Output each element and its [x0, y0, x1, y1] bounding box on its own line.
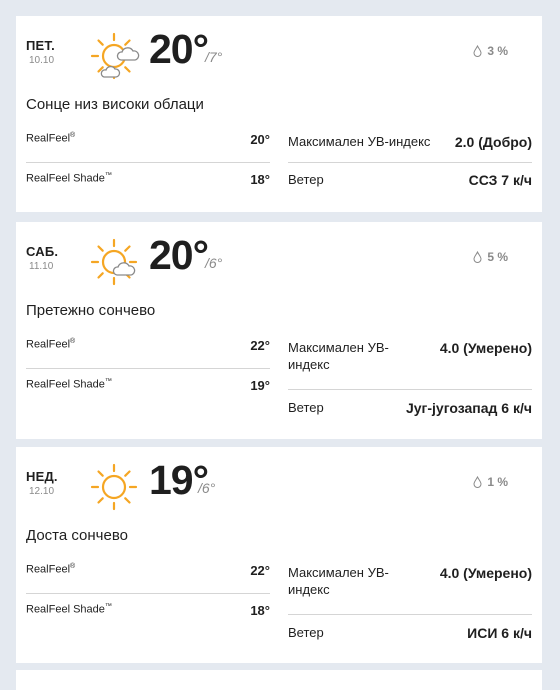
day-card-partial[interactable]	[16, 670, 542, 690]
weather-phrase: Сонце низ високи облаци	[26, 96, 204, 113]
realfeel-shade-value: 18°	[250, 172, 270, 187]
uv-index-value: 4.0 (Умерено)	[439, 340, 532, 356]
low-temperature: /6°	[205, 255, 223, 271]
precipitation-value: 5 %	[487, 250, 508, 264]
uv-index-row: Максимален УВ-индекс 2.0 (Добро)	[288, 133, 532, 163]
uv-index-row: Максимален УВ-индекс 4.0 (Умерено)	[288, 339, 532, 390]
day-card[interactable]: НЕД. 12.10 19° /6° 1 % Доста сончево Rea…	[16, 447, 542, 663]
day-date: 10.10	[29, 55, 55, 66]
realfeel-shade-label: RealFeel Shade™	[26, 603, 112, 616]
day-date: 12.10	[29, 486, 55, 497]
wind-value: ИСИ 6 к/ч	[467, 625, 532, 641]
date-block: ПЕТ. 10.10	[26, 38, 86, 66]
day-date: 11.10	[29, 261, 54, 272]
wind-row: Ветер ИСИ 6 к/ч	[288, 624, 532, 642]
day-of-week: ПЕТ.	[26, 38, 55, 53]
daily-forecast-list: ПЕТ. 10.10 20° /7° 3 % Сонце низ високи …	[0, 0, 560, 690]
wind-label: Ветер	[288, 172, 324, 187]
day-of-week: САБ.	[26, 244, 59, 259]
realfeel-shade-row: RealFeel Shade™ 19°	[26, 378, 270, 393]
realfeel-value: 20°	[250, 132, 270, 147]
uv-index-label: Максимален УВ-индекс	[288, 565, 389, 597]
raindrop-icon	[473, 476, 482, 488]
uv-index-label: Максимален УВ-индекс	[288, 134, 431, 149]
wind-label: Ветер	[288, 400, 324, 415]
precipitation: 5 %	[473, 250, 508, 264]
date-block: НЕД. 12.10	[26, 469, 86, 497]
wind-row: Ветер Југ-југозапад 6 к/ч	[288, 399, 532, 417]
wind-value: ССЗ 7 к/ч	[468, 172, 532, 188]
date-block: САБ. 11.10	[26, 244, 86, 272]
precipitation-value: 3 %	[487, 44, 508, 58]
day-card[interactable]: САБ. 11.10 20° /6° 5 % Претежно сончево …	[16, 222, 542, 439]
wind-value: Југ-југозапад 6 к/ч	[405, 400, 532, 416]
realfeel-shade-value: 18°	[250, 603, 270, 618]
low-temperature: /6°	[198, 480, 216, 496]
realfeel-row: RealFeel® 22°	[26, 563, 270, 594]
realfeel-row: RealFeel® 22°	[26, 338, 270, 369]
realfeel-shade-value: 19°	[250, 378, 270, 393]
mostly-sunny-icon	[90, 238, 138, 286]
realfeel-shade-row: RealFeel Shade™ 18°	[26, 603, 270, 618]
wind-label: Ветер	[288, 625, 324, 640]
raindrop-icon	[473, 45, 482, 57]
uv-index-value: 2.0 (Добро)	[454, 134, 532, 150]
precipitation-value: 1 %	[487, 475, 508, 489]
weather-phrase: Доста сончево	[26, 527, 128, 544]
realfeel-value: 22°	[250, 563, 270, 578]
realfeel-shade-row: RealFeel Shade™ 18°	[26, 172, 270, 187]
realfeel-shade-label: RealFeel Shade™	[26, 172, 112, 185]
precipitation: 1 %	[473, 475, 508, 489]
precipitation: 3 %	[473, 44, 508, 58]
realfeel-label: RealFeel®	[26, 338, 76, 351]
uv-index-value: 4.0 (Умерено)	[439, 565, 532, 581]
uv-index-row: Максимален УВ-индекс 4.0 (Умерено)	[288, 564, 532, 615]
wind-row: Ветер ССЗ 7 к/ч	[288, 171, 532, 189]
raindrop-icon	[473, 251, 482, 263]
low-temperature: /7°	[205, 49, 223, 65]
day-of-week: НЕД.	[26, 469, 58, 484]
sunny-icon	[90, 463, 138, 511]
weather-phrase: Претежно сончево	[26, 302, 156, 319]
realfeel-label: RealFeel®	[26, 132, 76, 145]
sun-with-high-clouds-icon	[90, 32, 140, 80]
realfeel-row: RealFeel® 20°	[26, 132, 270, 163]
realfeel-label: RealFeel®	[26, 563, 76, 576]
realfeel-shade-label: RealFeel Shade™	[26, 378, 112, 391]
day-card[interactable]: ПЕТ. 10.10 20° /7° 3 % Сонце низ високи …	[16, 16, 542, 212]
realfeel-value: 22°	[250, 338, 270, 353]
high-temperature: 20°	[149, 26, 209, 72]
uv-index-label: Максимален УВ-индекс	[288, 340, 389, 372]
high-temperature: 20°	[149, 232, 209, 278]
